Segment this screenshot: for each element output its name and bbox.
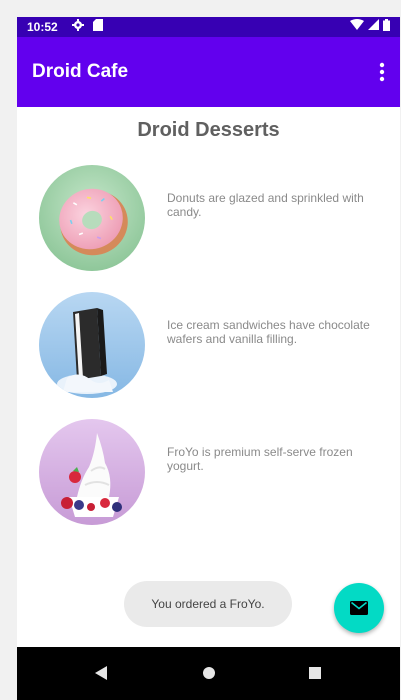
dessert-item-donut: Donuts are glazed and sprinkled with can… [39, 165, 379, 271]
system-navigation-bar [17, 647, 400, 700]
phone-screen: 10:52 Droid Cafe Droid Desserts Donuts a… [17, 17, 400, 700]
back-icon [95, 666, 107, 680]
email-fab-button[interactable] [334, 583, 384, 633]
status-system-icons [350, 19, 390, 31]
home-icon [203, 667, 215, 679]
status-time: 10:52 [27, 20, 58, 34]
recents-button[interactable] [303, 661, 327, 685]
ice-cream-sandwich-image[interactable] [39, 292, 145, 398]
status-notification-icons [72, 19, 103, 31]
wifi-icon [350, 19, 364, 30]
overflow-menu-icon [379, 62, 385, 82]
status-bar: 10:52 [17, 17, 400, 37]
home-button[interactable] [197, 661, 221, 685]
froyo-image[interactable] [39, 419, 145, 525]
recents-icon [309, 667, 321, 679]
back-button[interactable] [89, 661, 113, 685]
dessert-description: Donuts are glazed and sprinkled with can… [167, 191, 364, 219]
dessert-description: FroYo is premium self-serve frozen yogur… [167, 445, 353, 473]
dessert-description: Ice cream sandwiches have chocolate wafe… [167, 318, 370, 346]
app-title: Droid Cafe [32, 61, 129, 82]
donut-image[interactable] [39, 165, 145, 271]
email-icon [350, 601, 368, 615]
settings-icon [72, 19, 84, 31]
overflow-menu-button[interactable] [378, 61, 386, 83]
page-title: Droid Desserts [137, 119, 280, 141]
app-bar: Droid Cafe [17, 37, 400, 107]
sd-card-icon [93, 19, 103, 31]
main-content: Droid Desserts Donuts are glazed and spr… [17, 107, 400, 647]
signal-icon [368, 19, 379, 30]
dessert-item-froyo: FroYo is premium self-serve frozen yogur… [39, 419, 379, 525]
battery-icon [383, 19, 390, 31]
toast-message: You ordered a FroYo. [124, 581, 292, 627]
dessert-item-ice-cream-sandwich: Ice cream sandwiches have chocolate wafe… [39, 292, 379, 398]
